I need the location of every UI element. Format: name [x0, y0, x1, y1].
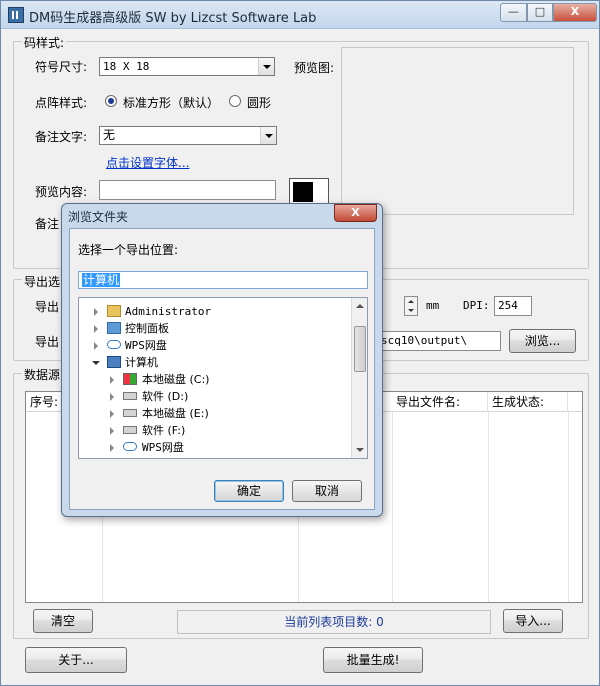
tree-item-drive-c[interactable]: 本地磁盘 (C:) [79, 371, 349, 388]
cancel-button[interactable]: 取消 [292, 480, 362, 502]
tree-item-label: WPS网盘 [142, 441, 184, 454]
expand-arrow-icon[interactable] [94, 308, 98, 316]
color-swatch-black [293, 182, 313, 202]
cloud-icon [107, 340, 121, 349]
dpi-input[interactable]: 254 [494, 296, 532, 316]
windows-drive-icon [123, 373, 137, 385]
browse-button[interactable]: 浏览... [509, 329, 576, 353]
clear-button[interactable]: 清空 [33, 609, 93, 633]
code-style-group-title: 码样式: [22, 34, 67, 51]
dot-style-square-label[interactable]: 标准方形（默认） [123, 94, 219, 111]
tree-item-wps-cloud[interactable]: WPS网盘 [79, 337, 349, 354]
tree-item-wps-cloud-2[interactable]: WPS网盘 [79, 439, 349, 456]
chevron-down-icon[interactable] [260, 127, 276, 144]
about-button[interactable]: 关于... [25, 647, 127, 673]
cloud-icon [123, 442, 137, 451]
dot-style-label: 点阵样式: [35, 96, 88, 110]
tree-item-label: 计算机 [125, 356, 158, 369]
batch-generate-button[interactable]: 批量生成! [323, 647, 423, 673]
collapse-arrow-icon[interactable] [92, 361, 100, 365]
tree-item-label: 本地磁盘 (E:) [142, 407, 209, 420]
data-source-group-title: 数据源 [22, 366, 63, 383]
expand-arrow-icon[interactable] [110, 393, 114, 401]
tree-item-drive-f[interactable]: 软件 (F:) [79, 422, 349, 439]
note-text-value: 无 [103, 128, 116, 142]
tree-item-label: Administrator [125, 305, 212, 318]
tree-item-computer[interactable]: 计算机 [79, 354, 349, 371]
symbol-size-label: 符号尺寸: [35, 60, 88, 74]
scroll-thumb[interactable] [354, 326, 366, 372]
export-path-input[interactable]: scq10\output\ [377, 331, 501, 351]
expand-arrow-icon[interactable] [110, 444, 114, 452]
maximize-button[interactable]: □ [527, 3, 553, 22]
computer-icon [107, 356, 121, 368]
tree-item-label: 控制面板 [125, 322, 169, 335]
tree-scrollbar[interactable] [351, 298, 367, 458]
tree-item-label: 软件 (F:) [142, 424, 186, 437]
browse-folder-dialog: 浏览文件夹 X 选择一个导出位置: 计算机 Administrator 控制面板 [61, 203, 383, 517]
export-size-label-partial: 导出 [35, 300, 60, 314]
dpi-label: DPI: [463, 299, 490, 312]
tree-item-drive-e[interactable]: 本地磁盘 (E:) [79, 405, 349, 422]
main-window: DM码生成器高级版 SW by Lizcst Software Lab — □ … [0, 0, 600, 686]
note-label-partial: 备注 [35, 217, 60, 231]
dialog-close-button[interactable]: X [334, 204, 377, 222]
preview-image-box [341, 47, 574, 215]
window-title: DM码生成器高级版 SW by Lizcst Software Lab [29, 11, 317, 26]
export-path-label-partial: 导出 [35, 335, 60, 349]
export-group-title: 导出选 [22, 273, 63, 290]
drive-icon [123, 392, 137, 400]
size-spinner[interactable] [404, 296, 418, 316]
preview-content-input[interactable] [99, 180, 276, 200]
chevron-down-icon[interactable] [258, 58, 274, 75]
dialog-body: 选择一个导出位置: 计算机 Administrator 控制面板 WPS网盘 计… [69, 228, 375, 510]
app-icon [8, 7, 24, 23]
preview-image-label: 预览图: [294, 61, 335, 75]
grid-col-divider [568, 412, 569, 602]
expand-arrow-icon[interactable] [110, 410, 114, 418]
dialog-title: 浏览文件夹 [68, 210, 129, 224]
import-button[interactable]: 导入... [503, 609, 563, 633]
tree-item-label: 软件 (D:) [142, 390, 189, 403]
expand-arrow-icon[interactable] [94, 325, 98, 333]
scroll-up-icon[interactable] [356, 304, 364, 308]
preview-content-label: 预览内容: [35, 185, 88, 199]
selected-folder-field[interactable]: 计算机 [78, 271, 368, 289]
drive-icon [123, 426, 137, 434]
drive-icon [123, 409, 137, 417]
selected-folder-text: 计算机 [82, 273, 121, 287]
item-count-status: 当前列表项目数: 0 [177, 610, 491, 634]
grid-col-divider [488, 412, 489, 602]
dot-style-circle-radio[interactable] [229, 95, 241, 107]
expand-arrow-icon[interactable] [94, 342, 98, 350]
dialog-prompt: 选择一个导出位置: [78, 243, 179, 257]
font-settings-link[interactable]: 点击设置字体... [106, 154, 189, 171]
symbol-size-value: 18 X 18 [103, 60, 150, 73]
dot-style-square-radio[interactable] [105, 95, 117, 107]
close-button[interactable]: X [553, 3, 597, 22]
title-bar[interactable]: DM码生成器高级版 SW by Lizcst Software Lab — □ … [1, 1, 599, 29]
grid-col-divider [392, 412, 393, 602]
tree-item-label: 本地磁盘 (C:) [142, 373, 210, 386]
user-folder-icon [107, 305, 121, 317]
note-text-select[interactable]: 无 [99, 126, 277, 145]
scroll-down-icon[interactable] [356, 448, 364, 452]
ok-button[interactable]: 确定 [214, 480, 284, 502]
control-panel-icon [107, 322, 121, 334]
col-status-header[interactable]: 生成状态: [488, 392, 568, 412]
tree-item-drive-d[interactable]: 软件 (D:) [79, 388, 349, 405]
dot-style-circle-label[interactable]: 圆形 [247, 94, 271, 111]
symbol-size-select[interactable]: 18 X 18 [99, 57, 275, 76]
tree-item-administrator[interactable]: Administrator [79, 303, 349, 320]
col-filename-header[interactable]: 导出文件名: [392, 392, 488, 412]
note-text-label: 备注文字: [35, 130, 88, 144]
minimize-button[interactable]: — [500, 3, 527, 22]
tree-item-control-panel[interactable]: 控制面板 [79, 320, 349, 337]
folder-tree[interactable]: Administrator 控制面板 WPS网盘 计算机 本地磁盘 (C:) 软… [78, 297, 368, 459]
tree-item-label: WPS网盘 [125, 339, 167, 352]
expand-arrow-icon[interactable] [110, 427, 114, 435]
unit-label: mm [426, 299, 440, 312]
expand-arrow-icon[interactable] [110, 376, 114, 384]
